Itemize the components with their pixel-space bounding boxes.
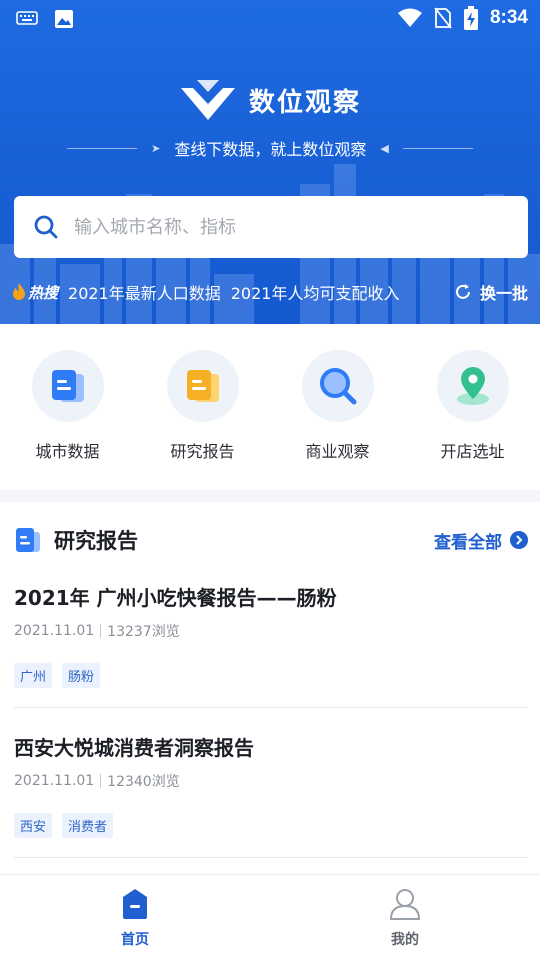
icon-circle bbox=[301, 350, 374, 422]
nav-label: 城市数据 bbox=[35, 442, 100, 461]
reports-section: 研究报告 查看全部 2021年 广州小吃快餐报告——肠粉 2021.11.01 … bbox=[0, 502, 540, 874]
section-header: 研究报告 查看全部 bbox=[14, 522, 528, 558]
keyboard-icon bbox=[16, 11, 38, 25]
quick-nav: 城市数据 研究报告 商业观察 开店选址 bbox=[0, 324, 540, 490]
icon-circle bbox=[166, 350, 239, 422]
slogan: ➤ 查线下数据，就上数位观察 ◀ bbox=[0, 136, 540, 160]
status-bar: 8:34 bbox=[0, 0, 540, 36]
hot-search-badge: 热搜 bbox=[12, 282, 58, 303]
icon-circle bbox=[31, 350, 104, 422]
hot-search-item[interactable]: 2021年人均可支配收入 bbox=[231, 280, 400, 304]
battery-charging-icon bbox=[463, 6, 478, 30]
report-title: 西安大悦城消费者洞察报告 bbox=[14, 736, 254, 760]
location-pin-icon bbox=[456, 367, 489, 405]
report-card[interactable]: 西安大悦城消费者洞察报告 2021.11.01 12340浏览 西安 消费者 bbox=[14, 732, 528, 858]
report-title: 2021年 广州小吃快餐报告——肠粉 bbox=[14, 586, 337, 610]
divider bbox=[100, 624, 102, 638]
brand-logo: 数位观察 bbox=[0, 78, 540, 122]
divider bbox=[402, 147, 473, 149]
hot-search-item[interactable]: 2021年最新人口数据 bbox=[68, 280, 221, 304]
tab-mine[interactable]: 我的 bbox=[270, 875, 540, 960]
user-icon bbox=[389, 889, 421, 920]
divider bbox=[67, 147, 138, 149]
research-report-icon bbox=[186, 370, 219, 402]
search-input[interactable] bbox=[74, 216, 494, 238]
nav-research-report[interactable]: 研究报告 bbox=[135, 324, 270, 490]
refresh-icon bbox=[456, 284, 470, 299]
image-icon bbox=[55, 10, 73, 28]
flame-icon bbox=[13, 283, 25, 300]
hot-search-label: 热搜 bbox=[28, 283, 59, 302]
hero-header: 8:34 数位观察 ➤ 查线下数据，就上数位观察 ◀ 热搜 2021年最新人口数… bbox=[0, 0, 540, 324]
wifi-icon bbox=[397, 8, 422, 27]
tag[interactable]: 广州 bbox=[14, 663, 53, 688]
report-date: 2021.11.01 bbox=[14, 623, 95, 639]
nav-label: 研究报告 bbox=[170, 442, 235, 461]
tag[interactable]: 消费者 bbox=[62, 813, 114, 838]
tab-label: 我的 bbox=[391, 932, 419, 948]
icon-circle bbox=[436, 350, 509, 422]
bottom-tab-bar: 首页 我的 bbox=[0, 874, 540, 960]
refresh-label: 换一批 bbox=[479, 284, 528, 303]
report-date: 2021.11.01 bbox=[14, 773, 95, 789]
city-data-icon bbox=[51, 370, 84, 402]
brand-logo-icon bbox=[180, 80, 235, 120]
report-card[interactable]: 2021年 广州小吃快餐报告——肠粉 2021.11.01 13237浏览 广州… bbox=[14, 582, 528, 708]
hot-search-row: 热搜 2021年最新人口数据 2021年人均可支配收入 换一批 bbox=[0, 272, 540, 312]
slogan-text: 查线下数据，就上数位观察 bbox=[174, 140, 367, 159]
chevron-right-icon bbox=[510, 531, 528, 549]
no-sim-icon bbox=[434, 7, 452, 29]
search-bar[interactable] bbox=[14, 196, 528, 258]
tag[interactable]: 肠粉 bbox=[62, 663, 101, 688]
home-icon bbox=[123, 889, 147, 919]
nav-store-site[interactable]: 开店选址 bbox=[405, 324, 540, 490]
clock: 8:34 bbox=[489, 7, 528, 28]
report-views: 12340浏览 bbox=[107, 774, 180, 790]
arrow-right-icon: ➤ bbox=[151, 141, 161, 155]
report-tags: 西安 消费者 bbox=[14, 813, 528, 838]
nav-label: 商业观察 bbox=[305, 442, 370, 461]
divider bbox=[100, 774, 102, 788]
refresh-button[interactable]: 换一批 bbox=[454, 280, 528, 304]
tab-label: 首页 bbox=[121, 932, 149, 948]
search-icon bbox=[34, 215, 58, 239]
view-all-label: 查看全部 bbox=[434, 532, 502, 553]
report-meta: 2021.11.01 13237浏览 bbox=[14, 621, 528, 641]
magnifier-icon bbox=[319, 368, 356, 405]
view-all-link[interactable]: 查看全部 bbox=[434, 528, 528, 553]
brand-name: 数位观察 bbox=[248, 87, 361, 118]
nav-label: 开店选址 bbox=[440, 442, 505, 461]
tab-home[interactable]: 首页 bbox=[0, 875, 270, 960]
report-views: 13237浏览 bbox=[107, 624, 180, 640]
report-meta: 2021.11.01 12340浏览 bbox=[14, 771, 528, 791]
arrow-left-icon: ◀ bbox=[380, 141, 389, 155]
tag[interactable]: 西安 bbox=[14, 813, 53, 838]
report-section-icon bbox=[16, 528, 40, 552]
nav-business-insight[interactable]: 商业观察 bbox=[270, 324, 405, 490]
report-tags: 广州 肠粉 bbox=[14, 663, 528, 688]
section-title: 研究报告 bbox=[54, 529, 138, 553]
nav-city-data[interactable]: 城市数据 bbox=[0, 324, 135, 490]
